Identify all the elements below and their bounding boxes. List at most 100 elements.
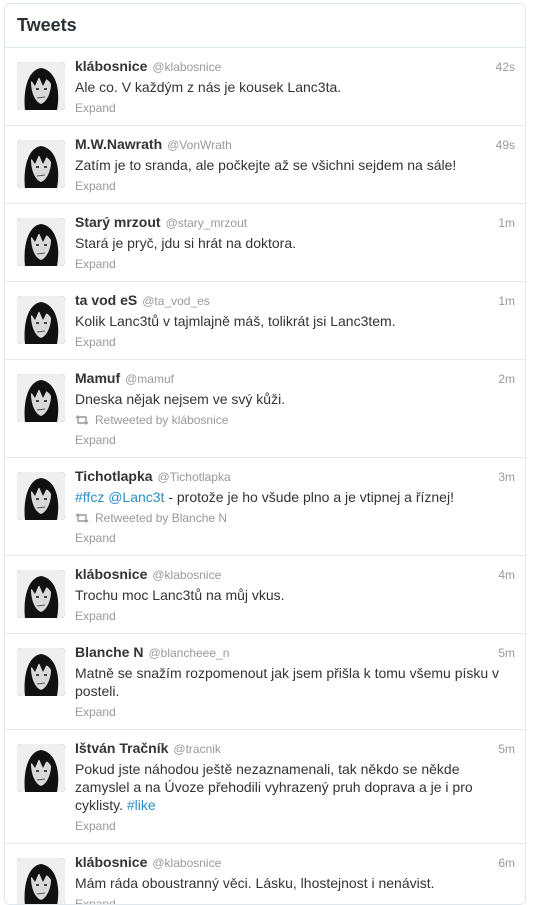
tweet-item[interactable]: Starý mrzout @stary_mrzout 1m Stará je pryč… <box>5 204 525 282</box>
tweet-header: klábosnice @klabosnice 6m <box>75 854 515 872</box>
tweet-item[interactable]: klábosnice @klabosnice 6m Mám ráda oboustra… <box>5 844 525 904</box>
tweet-username[interactable]: @ta_vod_es <box>142 294 210 308</box>
tweet-fullname[interactable]: Ištván Tračník <box>75 740 168 756</box>
tweet-timestamp[interactable]: 3m <box>498 470 515 484</box>
tweet-fullname[interactable]: ta vod eS <box>75 292 137 308</box>
tweet-text-segment: Trochu moc Lanc3tů na můj vkus. <box>75 587 285 603</box>
avatar-image <box>17 858 65 904</box>
expand-link[interactable]: Expand <box>75 335 515 349</box>
tweet-timestamp[interactable]: 5m <box>498 742 515 756</box>
tweet-text-segment: Mám ráda oboustranný věci. Lásku, lhoste… <box>75 875 435 891</box>
tweet-item[interactable]: Tichotlapka @Tichotlapka 3m #ffcz @Lanc3t -… <box>5 458 525 556</box>
tweet-text: #ffcz @Lanc3t - protože je ho všude plno… <box>75 488 515 506</box>
expand-link[interactable]: Expand <box>75 531 515 545</box>
retweet-context: Retweeted by Blanche N <box>75 510 515 526</box>
avatar-image <box>17 570 65 618</box>
tweet-text: Dneska nějak nejsem ve svý kůži. <box>75 390 515 408</box>
avatar[interactable] <box>17 744 65 792</box>
tweet-text-segment: Zatím je to sranda, ale počkejte až se v… <box>75 157 457 173</box>
avatar[interactable] <box>17 62 65 110</box>
retweet-context: Retweeted by klábosnice <box>75 412 515 428</box>
retweet-icon <box>75 415 89 425</box>
avatar[interactable] <box>17 472 65 520</box>
avatar[interactable] <box>17 570 65 618</box>
tweet-text: Zatím je to sranda, ale počkejte až se v… <box>75 156 515 174</box>
tweet-fullname[interactable]: Tichotlapka <box>75 468 153 484</box>
hashtag-link[interactable]: #like <box>127 797 156 813</box>
tweet-username[interactable]: @klabosnice <box>152 568 221 582</box>
retweet-icon <box>75 513 89 523</box>
tweet-text: Trochu moc Lanc3tů na můj vkus. <box>75 586 515 604</box>
expand-link[interactable]: Expand <box>75 897 515 904</box>
tweet-fullname[interactable]: klábosnice <box>75 58 147 74</box>
expand-link[interactable]: Expand <box>75 257 515 271</box>
avatar[interactable] <box>17 374 65 422</box>
tweet-item[interactable]: Ištván Tračník @tracnik 5m Pokud jste náhod… <box>5 730 525 844</box>
avatar-image <box>17 218 65 266</box>
expand-link[interactable]: Expand <box>75 433 515 447</box>
tweet-timestamp[interactable]: 1m <box>498 294 515 308</box>
avatar[interactable] <box>17 218 65 266</box>
tweet-text-segment: Ale co. V každým z nás je kousek Lanc3ta… <box>75 79 342 95</box>
tweet-text: Pokud jste náhodou ještě nezaznamenali, … <box>75 760 515 814</box>
mention-link[interactable]: @Lanc3t <box>108 489 164 505</box>
tweet-timestamp[interactable]: 5m <box>498 646 515 660</box>
tweet-header: klábosnice @klabosnice 42s <box>75 58 515 76</box>
avatar[interactable] <box>17 858 65 904</box>
tweet-text: Matně se snažím rozpomenout jak jsem při… <box>75 664 515 700</box>
tweet-header: ta vod eS @ta_vod_es 1m <box>75 292 515 310</box>
avatar[interactable] <box>17 648 65 696</box>
tweet-item[interactable]: ta vod eS @ta_vod_es 1m Kolik Lanc3tů v taj… <box>5 282 525 360</box>
tweet-fullname[interactable]: M.W.Nawrath <box>75 136 162 152</box>
tweet-username[interactable]: @blancheee_n <box>148 646 229 660</box>
tweet-username[interactable]: @stary_mrzout <box>166 216 248 230</box>
tweet-fullname[interactable]: klábosnice <box>75 854 147 870</box>
tweet-header: M.W.Nawrath @VonWrath 49s <box>75 136 515 154</box>
tweet-text: Stará je pryč, jdu si hrát na doktora. <box>75 234 515 252</box>
tweet-text: Mám ráda oboustranný věci. Lásku, lhoste… <box>75 874 515 892</box>
avatar-image <box>17 744 65 792</box>
tweet-item[interactable]: M.W.Nawrath @VonWrath 49s Zatím je to srand… <box>5 126 525 204</box>
avatar[interactable] <box>17 296 65 344</box>
tweet-text-segment: Kolik Lanc3tů v tajmlajně máš, tolikrát … <box>75 313 396 329</box>
expand-link[interactable]: Expand <box>75 101 515 115</box>
tweet-header: Blanche N @blancheee_n 5m <box>75 644 515 662</box>
hashtag-link[interactable]: #ffcz <box>75 489 104 505</box>
tweet-item[interactable]: klábosnice @klabosnice 4m Trochu moc Lanc3t… <box>5 556 525 634</box>
tweet-header: Ištván Tračník @tracnik 5m <box>75 740 515 758</box>
tweet-timestamp[interactable]: 2m <box>498 372 515 386</box>
expand-link[interactable]: Expand <box>75 179 515 193</box>
tweet-fullname[interactable]: Blanche N <box>75 644 143 660</box>
tweet-username[interactable]: @klabosnice <box>152 856 221 870</box>
tweet-timestamp[interactable]: 42s <box>496 60 515 74</box>
avatar-image <box>17 296 65 344</box>
expand-link[interactable]: Expand <box>75 705 515 719</box>
avatar[interactable] <box>17 140 65 188</box>
tweets-panel: Tweets klábosnice @klabosnice 42s Ale co. V… <box>4 3 526 905</box>
tweet-timestamp[interactable]: 6m <box>498 856 515 870</box>
tweet-timestamp[interactable]: 49s <box>496 138 515 152</box>
tweet-username[interactable]: @klabosnice <box>152 60 221 74</box>
retweeted-by-label[interactable]: Retweeted by Blanche N <box>95 511 227 525</box>
tweet-timestamp[interactable]: 4m <box>498 568 515 582</box>
tweet-fullname[interactable]: Mamuf <box>75 370 120 386</box>
tweet-timestamp[interactable]: 1m <box>498 216 515 230</box>
expand-link[interactable]: Expand <box>75 609 515 623</box>
tweet-item[interactable]: klábosnice @klabosnice 42s Ale co. V každým… <box>5 48 525 126</box>
panel-title: Tweets <box>5 4 525 48</box>
tweet-text-segment: - protože je ho všude plno a je vtipnej … <box>164 489 454 505</box>
tweet-username[interactable]: @VonWrath <box>167 138 232 152</box>
tweet-item[interactable]: Mamuf @mamuf 2m Dneska nějak nejsem ve svý … <box>5 360 525 458</box>
tweet-username[interactable]: @Tichotlapka <box>158 470 231 484</box>
tweet-item[interactable]: Blanche N @blancheee_n 5m Matně se snažím r… <box>5 634 525 730</box>
avatar-image <box>17 140 65 188</box>
expand-link[interactable]: Expand <box>75 819 515 833</box>
tweet-text: Ale co. V každým z nás je kousek Lanc3ta… <box>75 78 515 96</box>
retweeted-by-label[interactable]: Retweeted by klábosnice <box>95 413 228 427</box>
tweet-username[interactable]: @tracnik <box>173 742 221 756</box>
tweet-fullname[interactable]: Starý mrzout <box>75 214 161 230</box>
tweet-text: Kolik Lanc3tů v tajmlajně máš, tolikrát … <box>75 312 515 330</box>
tweet-text-segment: Stará je pryč, jdu si hrát na doktora. <box>75 235 296 251</box>
tweet-username[interactable]: @mamuf <box>125 372 174 386</box>
tweet-fullname[interactable]: klábosnice <box>75 566 147 582</box>
